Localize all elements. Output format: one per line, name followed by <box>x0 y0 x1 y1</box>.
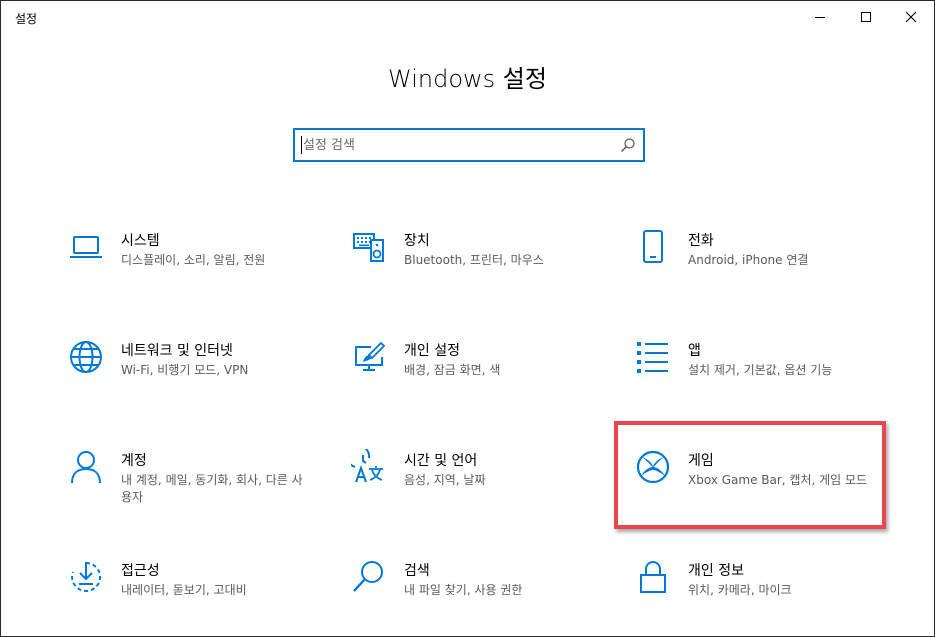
category-name: 개인 설정 <box>404 343 460 359</box>
xbox-icon <box>635 449 671 485</box>
page-title: Windows 설정 <box>388 65 547 93</box>
globe-icon <box>68 339 104 375</box>
maximize-button[interactable] <box>843 1 889 33</box>
text-caret <box>301 136 302 154</box>
magnifier-icon <box>351 559 387 595</box>
category-name: 장치 <box>404 233 430 249</box>
title-bar[interactable]: 설정 <box>1 1 934 33</box>
category-name: 계정 <box>121 453 147 469</box>
category-search[interactable]: 검색 내 파일 찾기, 사용 권한 <box>351 559 601 631</box>
category-name: 게임 <box>688 453 714 469</box>
close-button[interactable] <box>888 1 934 33</box>
category-description: Bluetooth, 프린터, 마우스 <box>404 253 544 267</box>
category-name: 시스템 <box>121 233 160 249</box>
close-icon <box>905 11 917 23</box>
category-name: 네트워크 및 인터넷 <box>121 343 233 359</box>
search-icon[interactable] <box>620 137 636 153</box>
category-description: 설치 제거, 기본값, 옵션 기능 <box>688 363 833 377</box>
category-ease-of-access[interactable]: 접근성 내레이터, 돋보기, 고대비 <box>68 559 318 631</box>
category-accounts[interactable]: 계정 내 계정, 메일, 동기화, 회사, 다른 사용자 <box>68 449 318 521</box>
category-name: 검색 <box>404 563 430 579</box>
category-description: 내레이터, 돋보기, 고대비 <box>121 583 247 597</box>
ease-of-access-icon <box>68 559 104 595</box>
time-language-icon <box>351 449 387 485</box>
category-personalization[interactable]: 개인 설정 배경, 잠금 화면, 색 <box>351 339 601 411</box>
category-description: Xbox Game Bar, 캡처, 게임 모드 <box>688 473 868 487</box>
category-system[interactable]: 시스템 디스플레이, 소리, 알림, 전원 <box>68 229 318 301</box>
search-input[interactable] <box>303 130 613 160</box>
category-name: 시간 및 언어 <box>404 453 478 469</box>
category-apps[interactable]: 앱 설치 제거, 기본값, 옵션 기능 <box>635 339 885 411</box>
category-name: 개인 정보 <box>688 563 744 579</box>
search-box[interactable] <box>293 128 645 162</box>
category-description: 디스플레이, 소리, 알림, 전원 <box>121 253 266 267</box>
category-devices[interactable]: 장치 Bluetooth, 프린터, 마우스 <box>351 229 601 301</box>
person-icon <box>68 449 104 485</box>
category-phone[interactable]: 전화 Android, iPhone 연결 <box>635 229 885 301</box>
settings-window: 설정 Windows 설정 설정 검색 시스템 디스플레이, 소리, 알림, 전… <box>0 0 935 637</box>
category-description: Android, iPhone 연결 <box>688 253 809 267</box>
lock-icon <box>635 559 671 595</box>
category-name: 전화 <box>688 233 714 249</box>
category-network[interactable]: 네트워크 및 인터넷 Wi-Fi, 비행기 모드, VPN <box>68 339 318 411</box>
category-gaming[interactable]: 게임 Xbox Game Bar, 캡처, 게임 모드 <box>635 449 885 521</box>
minimize-icon <box>815 17 825 18</box>
category-time-language[interactable]: 시간 및 언어 음성, 지역, 날짜 <box>351 449 601 521</box>
category-name: 접근성 <box>121 563 160 579</box>
keyboard-speaker-icon <box>351 229 387 265</box>
category-description: 위치, 카메라, 마이크 <box>688 583 792 597</box>
category-description: 내 계정, 메일, 동기화, 회사, 다른 사용자 <box>121 473 303 504</box>
category-description: Wi-Fi, 비행기 모드, VPN <box>121 363 249 377</box>
app-list-icon <box>635 339 671 375</box>
laptop-icon <box>68 229 104 265</box>
category-name: 앱 <box>688 343 701 359</box>
category-description: 내 파일 찾기, 사용 권한 <box>404 583 523 597</box>
category-description: 음성, 지역, 날짜 <box>404 473 486 487</box>
minimize-button[interactable] <box>797 1 843 33</box>
phone-icon <box>635 229 671 265</box>
maximize-icon <box>861 12 871 22</box>
category-privacy[interactable]: 개인 정보 위치, 카메라, 마이크 <box>635 559 885 631</box>
category-description: 배경, 잠금 화면, 색 <box>404 363 501 377</box>
window-title: 설정 <box>15 12 38 26</box>
paint-screen-icon <box>351 339 387 375</box>
